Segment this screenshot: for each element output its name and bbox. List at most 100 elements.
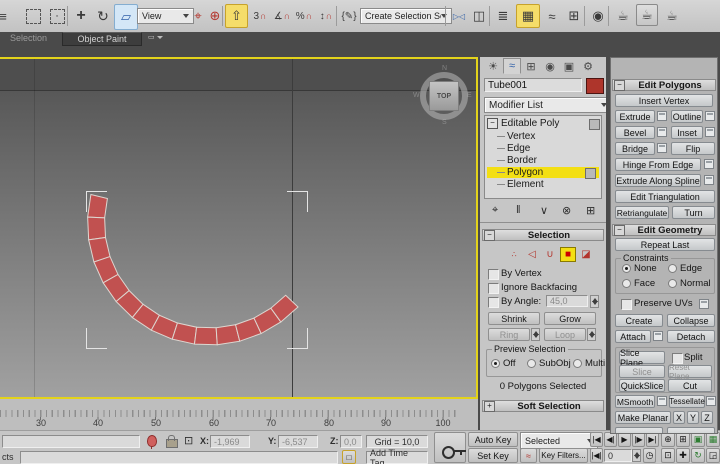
select-and-rotate-icon[interactable]: ↻ bbox=[92, 4, 114, 28]
shrink-button[interactable]: Shrink bbox=[488, 312, 540, 325]
hinge-from-edge-button[interactable]: Hinge From Edge bbox=[615, 158, 701, 171]
stack-item-vertex[interactable]: Vertex bbox=[487, 131, 603, 142]
constraint-edge-radio[interactable] bbox=[668, 264, 677, 273]
set-key-button[interactable]: Set Key bbox=[468, 448, 518, 463]
orbit-button[interactable]: ↻ bbox=[691, 448, 705, 463]
key-filter-dropdown[interactable]: Selected bbox=[520, 432, 598, 449]
select-and-scale-icon[interactable]: ▱ bbox=[114, 4, 138, 30]
absolute-mode-transform-icon[interactable]: ⊡ bbox=[184, 434, 193, 447]
soft-selection-rollout-header[interactable]: + Soft Selection bbox=[482, 400, 604, 412]
outline-settings-icon[interactable] bbox=[705, 111, 715, 121]
modifier-display-square[interactable] bbox=[589, 119, 600, 130]
bridge-button[interactable]: Bridge bbox=[615, 142, 655, 155]
constraint-normal-radio[interactable] bbox=[668, 279, 677, 288]
track-bar[interactable]: 30405060708090100 bbox=[0, 399, 478, 430]
turn-button[interactable]: Turn bbox=[672, 206, 715, 219]
polygon-subobject-icon[interactable]: ■ bbox=[560, 247, 576, 262]
bridge-settings-icon[interactable] bbox=[657, 143, 667, 153]
modifier-stack[interactable]: − Editable Poly Vertex Edge Border Polyg… bbox=[484, 115, 602, 199]
zoom-extents-button[interactable]: ▣ bbox=[691, 432, 705, 447]
render-production-icon[interactable]: ☕ bbox=[661, 4, 683, 28]
selection-lock-toggle-icon[interactable] bbox=[166, 439, 178, 448]
slice-button[interactable]: Slice bbox=[619, 365, 665, 378]
by-angle-spinner[interactable] bbox=[590, 295, 599, 308]
selection-rollout-header[interactable]: − Selection bbox=[482, 229, 604, 241]
maxscript-mini-listener[interactable] bbox=[2, 435, 140, 448]
reference-coordinate-system-dropdown[interactable]: View bbox=[137, 8, 194, 24]
tessellate-button[interactable]: Tessellate bbox=[669, 395, 705, 408]
key-mode-toggle-button[interactable]: |◀| bbox=[590, 448, 603, 463]
x-coordinate-field[interactable]: -1,969 bbox=[210, 435, 250, 448]
tube-polygon-face[interactable] bbox=[88, 217, 106, 240]
object-color-swatch[interactable] bbox=[586, 78, 604, 94]
mirror-icon[interactable]: ▷◁ bbox=[448, 4, 470, 28]
current-frame-field[interactable]: 0 bbox=[604, 449, 632, 462]
msmooth-settings-icon[interactable] bbox=[657, 396, 667, 406]
collapse-minus-icon[interactable]: − bbox=[614, 80, 625, 91]
loop-spinner[interactable] bbox=[587, 328, 596, 341]
tube-object[interactable] bbox=[0, 59, 476, 397]
make-unique-icon[interactable]: ∨ bbox=[540, 204, 548, 217]
element-subobject-icon[interactable]: ◪ bbox=[578, 247, 594, 262]
cube-toggle-icon[interactable]: □ bbox=[342, 450, 356, 464]
tab-utilities-icon[interactable]: ⚙ bbox=[579, 58, 597, 74]
attach-button[interactable]: Attach bbox=[615, 330, 651, 343]
tube-polygon-face[interactable] bbox=[194, 327, 217, 345]
layer-manager-icon[interactable]: ≣ bbox=[492, 4, 514, 28]
extrude-spline-settings-icon[interactable] bbox=[704, 175, 714, 185]
rendered-frame-window-icon[interactable]: ☕ bbox=[636, 4, 658, 26]
play-button[interactable]: ▶ bbox=[618, 432, 631, 447]
tab-display-icon[interactable]: ▣ bbox=[560, 58, 578, 74]
percent-snap-toggle-icon[interactable]: %∩ bbox=[293, 4, 315, 28]
stack-item-editable-poly[interactable]: − Editable Poly bbox=[487, 118, 603, 129]
spinner-snap-toggle-icon[interactable]: ↕∩ bbox=[315, 4, 337, 28]
ribbon-config-icon[interactable]: ▭ bbox=[148, 33, 163, 41]
planar-x-button[interactable]: X bbox=[673, 411, 685, 424]
default-in-out-tangents-button[interactable]: ≈ bbox=[520, 448, 537, 463]
tab-modify-icon[interactable]: ≈ bbox=[503, 58, 521, 74]
tessellate-settings-icon[interactable] bbox=[706, 396, 716, 406]
time-configuration-button[interactable]: ◷ bbox=[643, 448, 656, 463]
ring-spinner[interactable] bbox=[531, 328, 540, 341]
ring-button[interactable]: Ring bbox=[488, 328, 530, 341]
insert-vertex-button[interactable]: Insert Vertex bbox=[615, 94, 713, 107]
outline-button[interactable]: Outline bbox=[671, 110, 703, 123]
by-angle-checkbox[interactable] bbox=[488, 297, 499, 308]
stack-item-element[interactable]: Element bbox=[487, 179, 603, 190]
z-coordinate-field[interactable]: 0,0 bbox=[340, 435, 362, 448]
inset-settings-icon[interactable] bbox=[705, 127, 715, 137]
collapse-minus-icon[interactable]: − bbox=[614, 225, 625, 236]
render-setup-icon[interactable]: ☕ bbox=[612, 4, 634, 28]
edit-polygons-header[interactable]: − Edit Polygons bbox=[612, 79, 716, 91]
viewcube[interactable]: N W E S TOP bbox=[417, 69, 471, 123]
hinge-settings-icon[interactable] bbox=[704, 159, 714, 169]
preview-subobj-radio[interactable] bbox=[527, 359, 536, 368]
zoom-region-button[interactable]: ⊡ bbox=[661, 448, 675, 463]
set-keys-button[interactable] bbox=[434, 432, 466, 463]
collapse-minus-icon[interactable]: − bbox=[487, 118, 498, 129]
by-vertex-checkbox[interactable] bbox=[488, 269, 499, 280]
extrude-along-spline-button[interactable]: Extrude Along Spline bbox=[615, 174, 701, 187]
window-crossing-toggle-icon[interactable]: ▫ bbox=[46, 4, 68, 28]
preview-multi-radio[interactable] bbox=[573, 359, 582, 368]
planar-z-button[interactable]: Z bbox=[701, 411, 713, 424]
edge-subobject-icon[interactable]: ◁ bbox=[524, 247, 540, 262]
create-button[interactable]: Create bbox=[615, 314, 663, 327]
cut-button[interactable]: Cut bbox=[668, 379, 712, 392]
inset-button[interactable]: Inset bbox=[671, 126, 703, 139]
select-and-move-icon[interactable]: + bbox=[70, 4, 92, 28]
flip-button[interactable]: Flip bbox=[671, 142, 715, 155]
previous-frame-button[interactable]: ◀| bbox=[604, 432, 617, 447]
curve-editor-icon[interactable]: ≈ bbox=[541, 4, 563, 28]
rectangular-selection-region-icon[interactable] bbox=[22, 4, 44, 28]
border-subobject-icon[interactable]: ∪ bbox=[542, 247, 558, 262]
bevel-settings-icon[interactable] bbox=[657, 127, 667, 137]
constraint-none-radio[interactable] bbox=[622, 264, 631, 273]
preserve-uvs-checkbox[interactable] bbox=[621, 299, 632, 310]
ribbon-tab-object-paint[interactable]: Object Paint bbox=[62, 32, 142, 46]
vertex-subobject-icon[interactable]: ∴ bbox=[506, 247, 522, 262]
add-time-tag[interactable]: Add Time Tag bbox=[366, 451, 428, 464]
show-end-result-icon[interactable]: ‖ bbox=[516, 204, 521, 216]
ignore-backfacing-checkbox[interactable] bbox=[488, 283, 499, 294]
angle-snap-toggle-icon[interactable]: ∡∩ bbox=[271, 4, 293, 28]
